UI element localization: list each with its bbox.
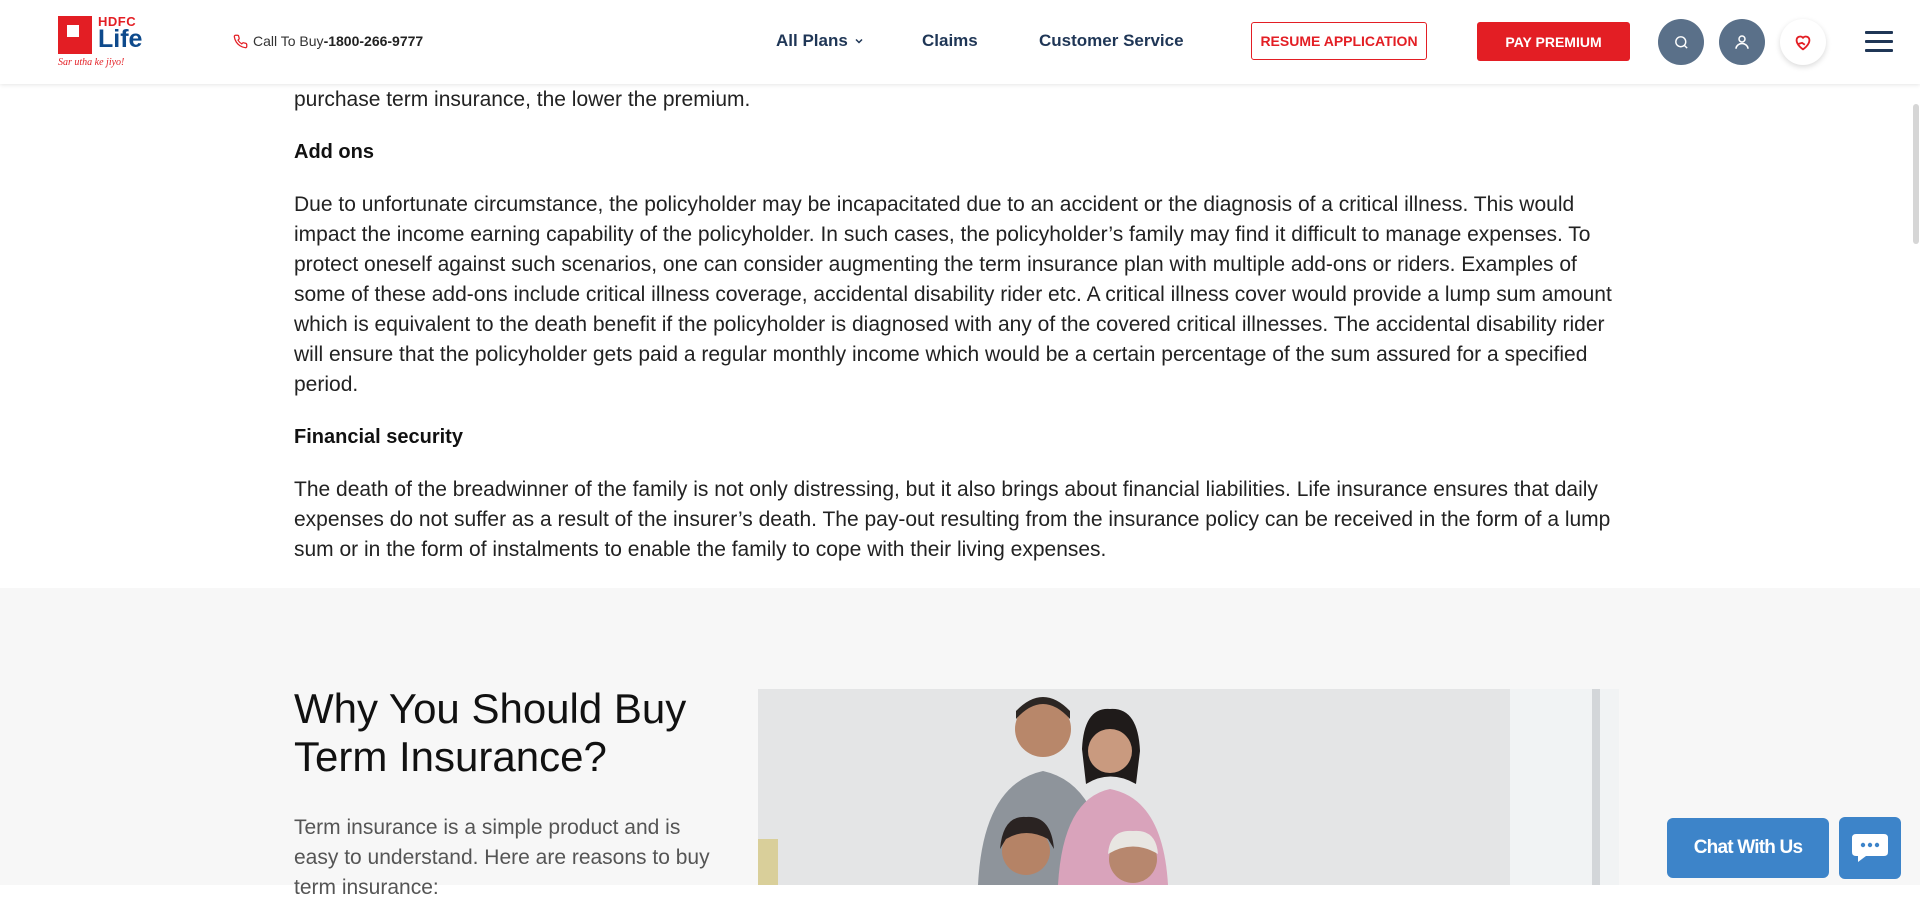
phone-icon	[233, 34, 248, 48]
section-heading-financial-security: Financial security	[294, 426, 463, 448]
heart-hand-icon	[1795, 35, 1811, 51]
family-photo	[758, 689, 1619, 885]
menu-button[interactable]	[1865, 31, 1893, 53]
chat-with-us-button[interactable]: Chat With Us	[1667, 818, 1829, 878]
pay-premium-button[interactable]: PAY PREMIUM	[1477, 22, 1630, 61]
search-icon	[1674, 35, 1688, 49]
nav-all-plans-label: All Plans	[776, 31, 848, 50]
page-scrollbar[interactable]	[1912, 84, 1920, 885]
menu-icon-bar	[1865, 49, 1893, 52]
chevron-down-icon	[855, 38, 863, 44]
call-label: Call To Buy	[253, 33, 324, 49]
why-buy-description: Term insurance is a simple product and i…	[294, 816, 710, 899]
financial-security-paragraph: The death of the breadwinner of the fami…	[294, 478, 1611, 561]
logo-brand-main: Life	[98, 25, 143, 53]
site-header: HDFC Life Sar utha ke jiyo! Call To Buy -…	[0, 0, 1920, 84]
chat-bubble-icon	[1852, 834, 1888, 862]
nav-claims[interactable]: Claims	[922, 31, 978, 51]
menu-icon-bar	[1865, 40, 1893, 43]
resume-application-button[interactable]: RESUME APPLICATION	[1251, 22, 1427, 60]
why-buy-title: Why You Should Buy Term Insurance?	[294, 685, 687, 780]
chat-launcher[interactable]	[1839, 817, 1901, 879]
call-number[interactable]: -1800-266-9777	[324, 33, 424, 49]
user-icon	[1735, 35, 1749, 49]
nav-all-plans[interactable]: All Plans	[776, 31, 865, 51]
article-paragraph: purchase term insurance, the lower the p…	[294, 88, 751, 111]
why-buy-section: Why You Should Buy Term Insurance? Term …	[0, 588, 1920, 899]
hdfc-life-logo[interactable]: HDFC Life Sar utha ke jiyo!	[58, 14, 150, 72]
logo-tagline: Sar utha ke jiyo!	[58, 57, 125, 68]
account-button[interactable]	[1719, 19, 1765, 65]
wishlist-button[interactable]	[1780, 19, 1826, 65]
add-ons-paragraph: Due to unfortunate circumstance, the pol…	[294, 193, 1612, 396]
family-photo-illustration	[758, 689, 1619, 885]
nav-customer-service[interactable]: Customer Service	[1039, 31, 1184, 51]
scrollbar-thumb[interactable]	[1913, 104, 1919, 244]
menu-icon	[1865, 31, 1893, 34]
section-heading-add-ons: Add ons	[294, 141, 374, 163]
search-button[interactable]	[1658, 19, 1704, 65]
call-to-buy[interactable]: Call To Buy -1800-266-9777	[233, 33, 423, 49]
logo-mark	[58, 16, 92, 54]
